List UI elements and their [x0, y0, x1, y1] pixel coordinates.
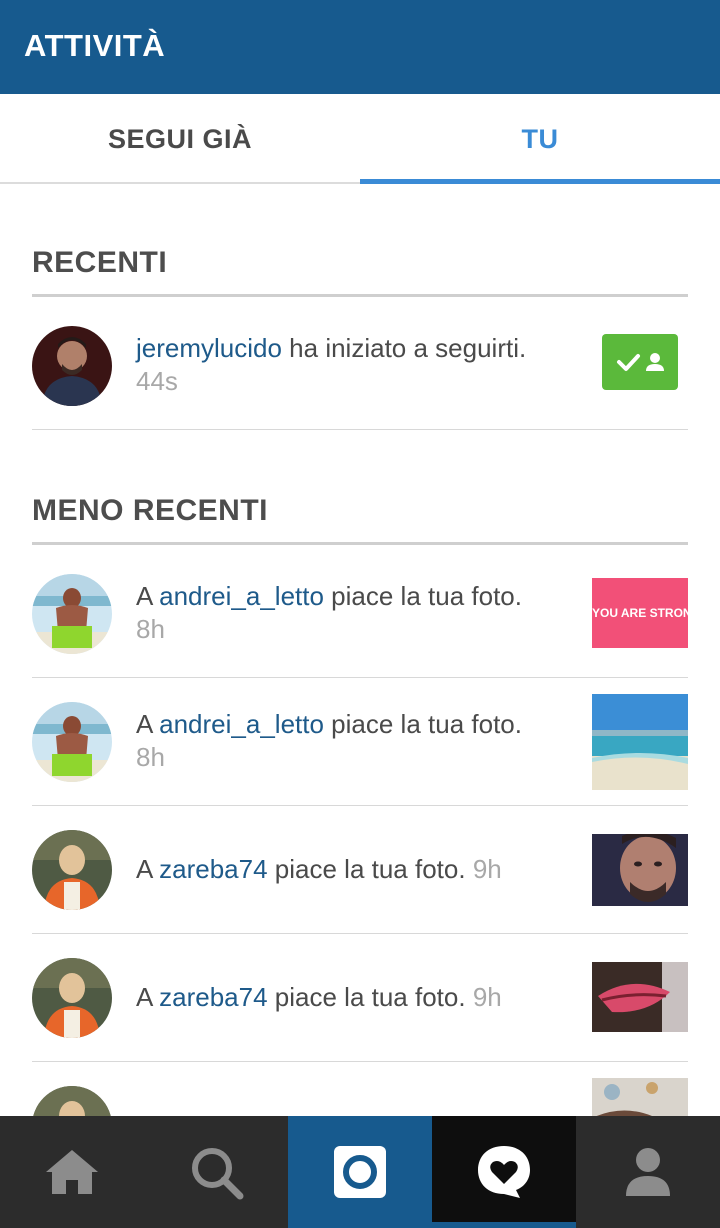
avatar[interactable]	[32, 326, 112, 406]
activity-text: A zareba74 piace la tua foto. 9h	[136, 981, 576, 1014]
activity-text: A andrei_a_letto piace la tua foto. 8h	[136, 708, 576, 774]
username-link[interactable]: andrei_a_letto	[159, 581, 324, 611]
nav-profile[interactable]	[576, 1116, 720, 1228]
camera-icon	[334, 1146, 386, 1198]
timestamp: 44s	[136, 366, 178, 396]
activity-action: ha iniziato a seguirti.	[281, 333, 527, 363]
timestamp: 8h	[136, 614, 165, 644]
tab-active-indicator	[360, 179, 720, 184]
tab-you-label: TU	[521, 124, 559, 154]
username-link[interactable]: andrei_a_letto	[159, 709, 324, 739]
following-check-icon	[617, 353, 664, 371]
activity-heart-icon	[478, 1146, 530, 1198]
timestamp: 9h	[472, 982, 502, 1012]
list-item[interactable]: A andrei_a_letto piace la tua foto. 8h	[32, 678, 688, 806]
activity-action: piace la tua foto.	[323, 709, 522, 739]
page-title: ATTIVITÀ	[24, 28, 166, 63]
nav-activity[interactable]	[432, 1116, 576, 1228]
activity-text: jeremylucido ha iniziato a seguirti. 44s	[136, 332, 576, 398]
photo-thumbnail[interactable]: YOU ARE STRONG.	[592, 578, 688, 648]
username-link[interactable]: zareba74	[159, 854, 267, 884]
list-item[interactable]: A zareba74 piace la tua foto. 9h	[32, 934, 688, 1062]
activity-prefix: A	[136, 982, 160, 1012]
list-item[interactable]	[32, 1062, 688, 1116]
nav-active-indicator	[432, 1222, 576, 1228]
activity-text: A andrei_a_letto piace la tua foto. 8h	[136, 580, 576, 646]
search-icon	[192, 1148, 244, 1200]
activity-prefix: A	[136, 581, 160, 611]
nav-home[interactable]	[0, 1116, 144, 1228]
photo-thumbnail[interactable]	[592, 962, 688, 1032]
section-header-older: MENO RECENTI	[32, 494, 688, 545]
avatar[interactable]	[32, 830, 112, 910]
list-item[interactable]: A zareba74 piace la tua foto. 9h	[32, 806, 688, 934]
photo-thumbnail[interactable]	[592, 834, 688, 906]
activity-action: piace la tua foto.	[267, 854, 466, 884]
photo-thumbnail[interactable]	[592, 694, 688, 790]
avatar[interactable]	[32, 574, 112, 654]
nav-search[interactable]	[144, 1116, 288, 1228]
activity-prefix: A	[136, 709, 160, 739]
bottom-nav	[0, 1116, 720, 1228]
avatar[interactable]	[32, 958, 112, 1038]
thumbnail-caption: YOU ARE STRONG.	[592, 606, 688, 620]
username-link[interactable]: jeremylucido	[136, 333, 282, 363]
activity-feed[interactable]: RECENTI jeremylucido ha iniziato a segui…	[0, 186, 720, 1116]
tab-following[interactable]: SEGUI GIÀ	[0, 94, 360, 182]
timestamp: 8h	[136, 742, 165, 772]
list-item[interactable]: jeremylucido ha iniziato a seguirti. 44s	[32, 302, 688, 430]
activity-text: A zareba74 piace la tua foto. 9h	[136, 853, 576, 886]
activity-prefix: A	[136, 854, 160, 884]
timestamp: 9h	[472, 854, 502, 884]
section-header-recent: RECENTI	[32, 246, 688, 297]
home-icon	[46, 1150, 98, 1194]
avatar[interactable]	[32, 1086, 112, 1116]
activity-action: piace la tua foto.	[267, 982, 466, 1012]
nav-camera[interactable]	[288, 1116, 432, 1228]
tab-bar: SEGUI GIÀ TU	[0, 94, 720, 184]
activity-action: piace la tua foto.	[323, 581, 522, 611]
avatar[interactable]	[32, 702, 112, 782]
profile-icon	[626, 1148, 670, 1196]
photo-thumbnail[interactable]	[592, 1078, 688, 1116]
list-item[interactable]: A andrei_a_letto piace la tua foto. 8h Y…	[32, 550, 688, 678]
username-link[interactable]: zareba74	[159, 982, 267, 1012]
tab-you[interactable]: TU	[360, 94, 720, 184]
following-button[interactable]	[602, 334, 678, 390]
app-bar: ATTIVITÀ	[0, 0, 720, 94]
